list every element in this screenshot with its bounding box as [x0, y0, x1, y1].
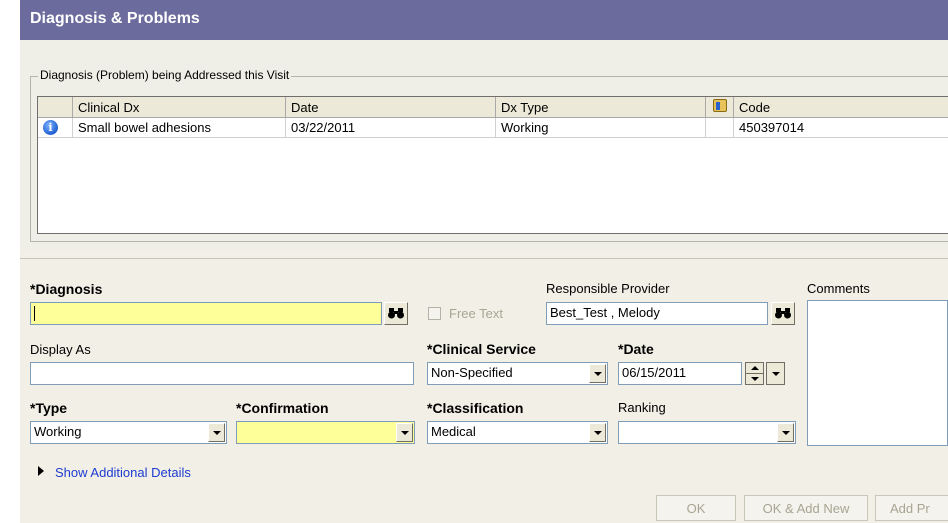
chevron-down-icon[interactable] [589, 364, 606, 383]
chevron-down-icon [772, 372, 780, 376]
type-select[interactable]: Working [30, 421, 227, 444]
display-as-input[interactable] [30, 362, 414, 385]
diagnosis-grid[interactable]: Clinical Dx Date Dx Type Code i Small bo… [37, 96, 948, 234]
left-margin [0, 0, 20, 523]
col-code[interactable]: Code [734, 97, 948, 118]
cell-note [706, 118, 734, 138]
cell-code: 450397014 [739, 120, 805, 135]
window-title: Diagnosis & Problems [20, 0, 948, 40]
classification-select[interactable]: Medical [427, 421, 608, 444]
cell-date: 03/22/2011 [286, 118, 496, 138]
table-row[interactable]: i Small bowel adhesions 03/22/2011 Worki… [38, 118, 948, 138]
comments-label: Comments [807, 281, 870, 296]
confirmation-select[interactable] [236, 421, 415, 444]
add-problem-button[interactable]: Add Pr [875, 495, 948, 521]
confirmation-label: *Confirmation [236, 400, 329, 416]
provider-search-button[interactable] [771, 302, 795, 325]
date-input[interactable]: 06/15/2011 [618, 362, 742, 385]
chevron-down-icon[interactable] [589, 423, 606, 442]
clinical-service-label: *Clinical Service [427, 341, 536, 357]
grid-header-indicator [38, 97, 73, 118]
row-info-cell: i [38, 118, 73, 138]
col-date[interactable]: Date [286, 97, 496, 118]
display-as-label: Display As [30, 342, 91, 357]
type-label: *Type [30, 400, 68, 416]
col-clinical-dx[interactable]: Clinical Dx [73, 97, 286, 118]
col-dx-type[interactable]: Dx Type [496, 97, 706, 118]
spin-down-icon[interactable] [751, 377, 759, 381]
ok-button[interactable]: OK [656, 495, 736, 521]
grid-header: Clinical Dx Date Dx Type Code [38, 97, 948, 118]
chevron-down-icon[interactable] [208, 423, 225, 442]
spin-up-icon[interactable] [751, 366, 759, 370]
diagnosis-label: *Diagnosis [30, 281, 103, 297]
date-spinner[interactable] [745, 362, 764, 385]
clinical-service-select[interactable]: Non-Specified [427, 362, 608, 385]
text-caret [34, 306, 35, 322]
chevron-down-icon[interactable] [777, 423, 794, 442]
responsible-provider-input[interactable]: Best_Test , Melody [546, 302, 768, 325]
date-label: *Date [618, 341, 654, 357]
show-additional-details-link[interactable]: Show Additional Details [55, 465, 191, 480]
ranking-select[interactable] [618, 421, 796, 444]
diagnosis-input[interactable] [30, 302, 382, 325]
visit-group-legend: Diagnosis (Problem) being Addressed this… [38, 68, 292, 82]
expand-arrow-icon[interactable] [38, 466, 44, 476]
note-icon [713, 99, 727, 112]
col-note[interactable] [706, 97, 734, 118]
free-text-label: Free Text [449, 306, 503, 321]
classification-label: *Classification [427, 400, 524, 416]
ok-add-new-button[interactable]: OK & Add New [744, 495, 868, 521]
free-text-checkbox[interactable] [428, 307, 441, 320]
ranking-label: Ranking [618, 400, 666, 415]
date-picker-button[interactable] [766, 362, 785, 385]
comments-textarea[interactable] [807, 300, 948, 446]
binoculars-icon [388, 308, 404, 319]
chevron-down-icon[interactable] [396, 423, 413, 442]
binoculars-icon [775, 308, 791, 319]
cell-clinical-dx: Small bowel adhesions [73, 118, 286, 138]
diagnosis-search-button[interactable] [384, 302, 408, 325]
cell-dx-type: Working [496, 118, 706, 138]
info-icon[interactable]: i [43, 120, 58, 135]
responsible-provider-label: Responsible Provider [546, 281, 670, 296]
